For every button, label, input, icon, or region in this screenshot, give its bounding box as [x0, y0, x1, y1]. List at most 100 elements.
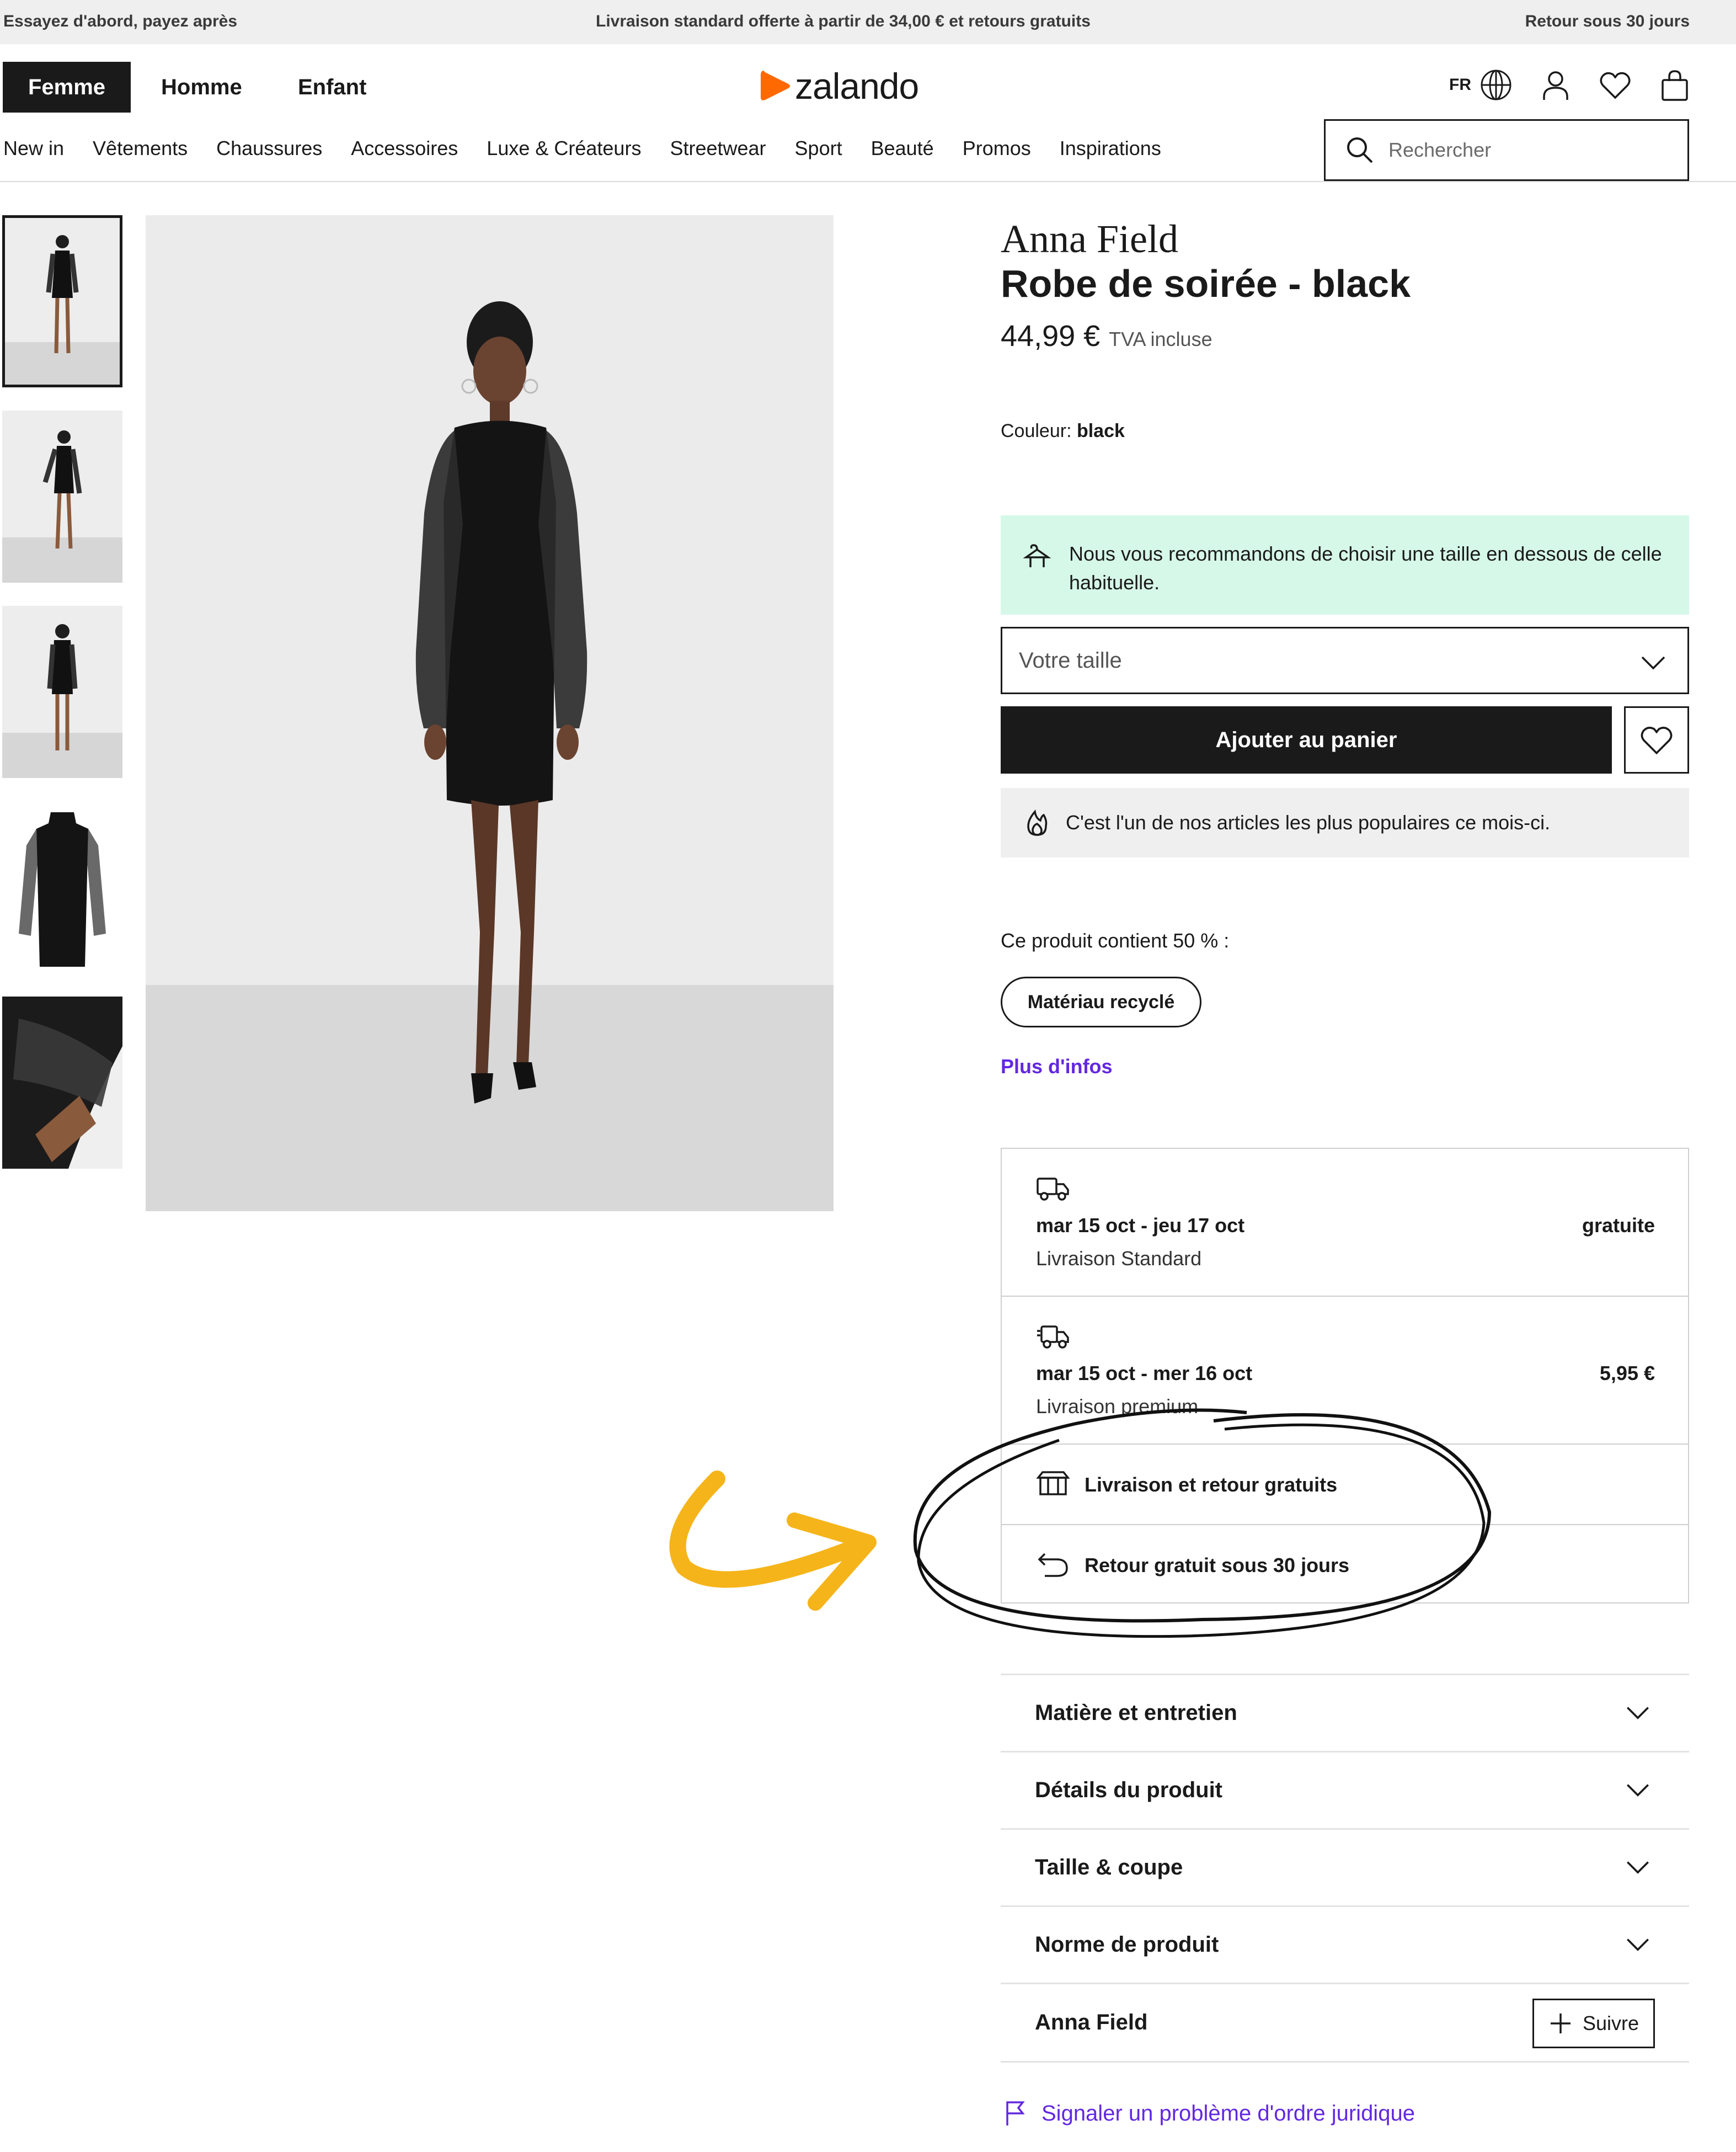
report-text: Signaler un problème d'ordre juridique — [1041, 2101, 1415, 2126]
search-placeholder: Rechercher — [1388, 139, 1492, 161]
tax-note: TVA incluse — [1109, 328, 1212, 350]
flame-icon — [1027, 809, 1048, 836]
report-legal-issue-link[interactable]: Signaler un problème d'ordre juridique — [1004, 2100, 1415, 2127]
gender-tab-femme[interactable]: Femme — [3, 62, 131, 113]
nav-item-inspirations[interactable]: Inspirations — [1060, 137, 1161, 160]
product-price: 44,99 € TVA incluse — [1001, 319, 1212, 353]
size-select[interactable]: Votre taille — [1001, 627, 1689, 694]
site-header: Femme Homme Enfant zalando FR New in Vêt… — [0, 44, 1736, 182]
accordion-label: Matière et entretien — [1035, 1701, 1237, 1725]
sustainability-text: Ce produit contient 50 % : — [1001, 929, 1230, 952]
logo-text: zalando — [795, 66, 919, 106]
fast-truck-icon — [1037, 1325, 1069, 1349]
accordion-material-care[interactable]: Matière et entretien — [1001, 1674, 1689, 1751]
nav-item-beaute[interactable]: Beauté — [871, 137, 934, 160]
hanger-icon — [1023, 544, 1051, 567]
delivery-type: Livraison premium — [1036, 1395, 1199, 1418]
gallery-thumbnail[interactable] — [2, 606, 122, 778]
size-advice-banner: Nous vous recommandons de choisir une ta… — [1001, 515, 1689, 615]
popular-notice: C'est l'un de nos articles les plus popu… — [1001, 788, 1689, 857]
nav-item-promos[interactable]: Promos — [963, 137, 1031, 160]
store-box-icon — [1036, 1471, 1070, 1495]
gallery-thumbnail[interactable] — [2, 997, 122, 1169]
accordion-label: Taille & coupe — [1035, 1855, 1183, 1879]
nav-item-accessoires[interactable]: Accessoires — [351, 137, 458, 160]
promo-bar: Essayez d'abord, payez après Livraison s… — [0, 0, 1736, 44]
annotation-arrowhead — [787, 1512, 877, 1611]
product-brand[interactable]: Anna Field — [1001, 216, 1178, 262]
delivery-dates: mar 15 oct - mer 16 oct — [1036, 1362, 1253, 1384]
thumbnail-image — [2, 411, 122, 583]
nav-item-streetwear[interactable]: Streetwear — [670, 137, 766, 160]
main-nav: New in Vêtements Chaussures Accessoires … — [3, 137, 1161, 160]
add-to-wishlist-button[interactable] — [1624, 706, 1689, 774]
delivery-cost: 5,95 € — [1599, 1362, 1655, 1384]
price-value: 44,99 € — [1001, 319, 1101, 353]
chevron-down-icon — [1641, 656, 1665, 670]
delivery-option-standard: mar 15 oct - jeu 17 oct gratuite Livrais… — [1002, 1149, 1688, 1297]
plus-icon — [1550, 2013, 1571, 2033]
accordion-size-fit[interactable]: Taille & coupe — [1001, 1828, 1689, 1905]
language-selector[interactable]: FR — [1449, 68, 1513, 102]
promo-center[interactable]: Livraison standard offerte à partir de 3… — [596, 12, 1091, 31]
size-advice-text: Nous vous recommandons de choisir une ta… — [1069, 542, 1662, 594]
brand-follow-row: Anna Field Suivre — [1001, 1983, 1689, 2061]
accordion-label: Norme de produit — [1035, 1932, 1219, 1957]
follow-brand-name[interactable]: Anna Field — [1035, 2010, 1147, 2035]
delivery-type: Livraison Standard — [1036, 1247, 1202, 1270]
search-icon — [1347, 137, 1373, 163]
thumbnail-image — [2, 997, 122, 1169]
return-arrow-icon — [1038, 1553, 1068, 1577]
more-info-link[interactable]: Plus d'infos — [1001, 1055, 1113, 1078]
chevron-down-icon — [1627, 1706, 1649, 1719]
gender-tab-enfant[interactable]: Enfant — [298, 62, 366, 113]
thumbnail-image — [2, 215, 122, 387]
color-label: Couleur: — [1001, 420, 1072, 441]
wishlist-icon[interactable] — [1598, 68, 1632, 102]
gallery-thumbnail[interactable] — [2, 411, 122, 583]
nav-item-chaussures[interactable]: Chaussures — [216, 137, 322, 160]
gallery-thumbnail[interactable] — [2, 215, 122, 387]
promo-right[interactable]: Retour sous 30 jours — [1525, 12, 1690, 31]
search-input[interactable]: Rechercher — [1324, 119, 1689, 181]
heart-icon — [1641, 727, 1673, 755]
accordion-label: Détails du produit — [1035, 1778, 1222, 1802]
nav-item-vetements[interactable]: Vêtements — [93, 137, 188, 160]
thumbnail-image — [2, 801, 122, 973]
delivery-cost: gratuite — [1582, 1214, 1655, 1237]
thumbnail-image — [2, 606, 122, 778]
nav-item-new-in[interactable]: New in — [3, 137, 64, 160]
bag-icon[interactable] — [1658, 68, 1692, 102]
free-delivery-returns-row: Livraison et retour gratuits — [1002, 1445, 1688, 1525]
follow-label: Suivre — [1582, 2012, 1639, 2034]
annotation-arrow — [669, 1471, 869, 1588]
flag-icon — [1006, 2101, 1025, 2126]
header-divider — [0, 181, 1736, 182]
language-code: FR — [1449, 76, 1471, 94]
recycled-material-chip[interactable]: Matériau recyclé — [1001, 977, 1201, 1027]
size-select-placeholder: Votre taille — [1019, 648, 1122, 673]
accordion-product-details[interactable]: Détails du produit — [1001, 1751, 1689, 1828]
add-to-cart-button[interactable]: Ajouter au panier — [1001, 706, 1612, 774]
delivery-dates: mar 15 oct - jeu 17 oct — [1036, 1214, 1245, 1237]
promo-left[interactable]: Essayez d'abord, payez après — [3, 12, 237, 31]
free-delivery-returns-text: Livraison et retour gratuits — [1085, 1473, 1338, 1496]
popular-text: C'est l'un de nos articles les plus popu… — [1066, 811, 1551, 834]
delivery-box: mar 15 oct - jeu 17 oct gratuite Livrais… — [1001, 1148, 1689, 1604]
follow-button[interactable]: Suivre — [1532, 1999, 1655, 2048]
accordion-divider — [1001, 2061, 1689, 2063]
zalando-logo[interactable]: zalando — [759, 64, 919, 108]
nav-item-luxe[interactable]: Luxe & Créateurs — [487, 137, 641, 160]
accordion-product-standard[interactable]: Norme de produit — [1001, 1905, 1689, 1983]
truck-icon — [1037, 1178, 1069, 1201]
logo-play-icon — [761, 71, 790, 100]
nav-item-sport[interactable]: Sport — [795, 137, 842, 160]
delivery-option-premium: mar 15 oct - mer 16 oct 5,95 € Livraison… — [1002, 1297, 1688, 1445]
account-icon[interactable] — [1539, 68, 1573, 102]
color-info: Couleur: black — [1001, 420, 1125, 442]
gender-tab-homme[interactable]: Homme — [161, 62, 242, 113]
chevron-down-icon — [1627, 1938, 1649, 1951]
model-photo — [146, 215, 834, 1211]
gallery-thumbnail[interactable] — [2, 801, 122, 973]
product-main-image[interactable] — [146, 215, 834, 1211]
